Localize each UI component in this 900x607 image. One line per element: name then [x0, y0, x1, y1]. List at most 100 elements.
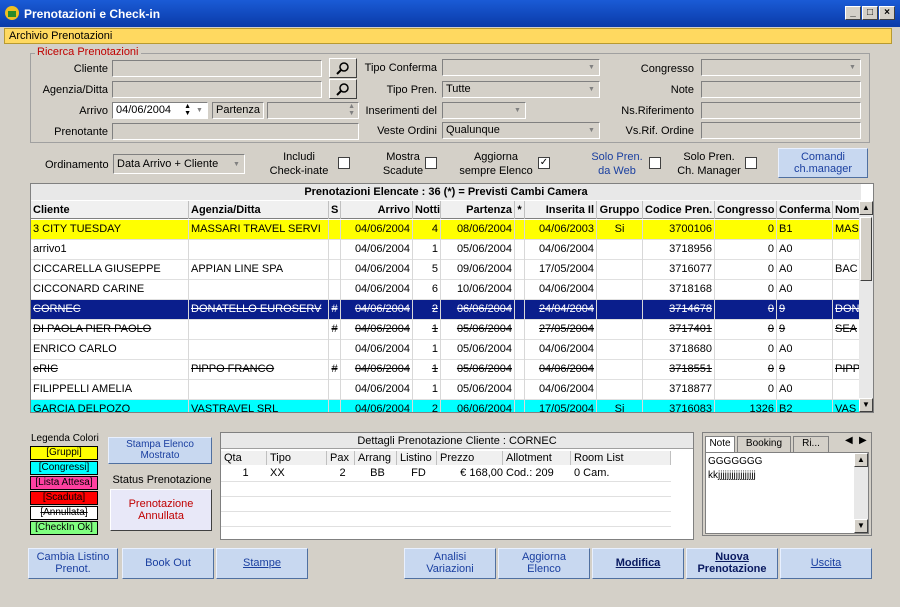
cell-codice: 3714678: [643, 300, 715, 320]
column-header-agenzia[interactable]: Agenzia/Ditta: [189, 201, 329, 219]
solo-web-label-line1: Solo Pren.: [591, 151, 643, 163]
reservations-grid: Prenotazioni Elencate : 36 (*) = Previst…: [30, 183, 874, 413]
solo-ch-checkbox[interactable]: [745, 157, 757, 169]
column-header-arrivo[interactable]: Arrivo: [341, 201, 413, 219]
partenza-date-input[interactable]: ▲ ▼: [267, 102, 359, 119]
stampe-button[interactable]: Stampe: [216, 548, 308, 579]
cell-nom: DON: [833, 300, 861, 320]
tipo-conferma-select[interactable]: ▼: [442, 59, 600, 76]
cell-star: [515, 360, 525, 380]
chevron-down-icon[interactable]: ▼: [585, 83, 598, 96]
cell-congresso: 1326: [715, 400, 777, 412]
vsrif-input[interactable]: [701, 122, 861, 139]
tab-2[interactable]: Ri...: [793, 436, 829, 452]
chevron-down-icon[interactable]: ▼: [193, 104, 206, 117]
cliente-input[interactable]: [112, 60, 322, 77]
uscita-button[interactable]: Uscita: [780, 548, 872, 579]
column-header-nom[interactable]: Nom: [833, 201, 861, 219]
chevron-down-icon[interactable]: ▼: [511, 104, 524, 117]
scroll-up-icon[interactable]: ▲: [854, 453, 868, 467]
tab-prev-icon[interactable]: ◀: [845, 435, 853, 446]
tab-0[interactable]: Note: [705, 436, 735, 452]
table-row[interactable]: DI PAOLA PIER PAOLO #04/06/2004 1 05/06/200…: [31, 320, 861, 340]
congresso-select[interactable]: ▼: [701, 59, 861, 76]
table-row[interactable]: GARCIA DELPOZO VASTRAVEL SRL 04/06/2004 2 06…: [31, 400, 861, 412]
scroll-up-icon[interactable]: ▲: [859, 201, 873, 215]
table-row[interactable]: arrivo1 04/06/2004 1 05/06/2004 04/06/2004 37…: [31, 240, 861, 260]
cell-agenzia: MASSARI TRAVEL SERVI: [189, 220, 329, 240]
chevron-down-icon[interactable]: ▼: [230, 158, 243, 171]
cell-codice: 3718877: [643, 380, 715, 400]
column-header-partenza[interactable]: Partenza: [441, 201, 515, 219]
scroll-down-icon[interactable]: ▼: [859, 398, 873, 412]
table-row[interactable]: 3 CITY TUESDAY MASSARI TRAVEL SERVI 04/06/…: [31, 220, 861, 240]
table-row[interactable]: FILIPPELLI AMELIA 04/06/2004 1 05/06/2004 04…: [31, 380, 861, 400]
ordinamento-select[interactable]: Data Arrivo + Cliente ▼: [113, 154, 245, 174]
column-header-conferma[interactable]: Conferma: [777, 201, 833, 219]
cell-agenzia: VASTRAVEL SRL: [189, 400, 329, 412]
table-row[interactable]: CICCARELLA GIUSEPPE APPIAN LINE SPA 04/06/…: [31, 260, 861, 280]
cell-partenza: 05/06/2004: [441, 360, 515, 380]
prenotante-input[interactable]: [112, 123, 359, 140]
comandi-chmanager-button[interactable]: Comandi ch.manager: [778, 148, 868, 178]
column-header-codice[interactable]: Codice Pren.: [643, 201, 715, 219]
column-header-notti[interactable]: Notti: [413, 201, 441, 219]
column-header-star[interactable]: *: [515, 201, 525, 219]
cliente-search-button[interactable]: [329, 58, 357, 78]
stampa-label-line1: Stampa Elenco: [126, 439, 194, 450]
arrivo-date-input[interactable]: 04/06/2004 ▲ ▼ ▼: [112, 102, 208, 119]
table-row[interactable]: CORNEC DONATELLO EUROSERV #04/06/2004 2 06/0…: [31, 300, 861, 320]
note-input[interactable]: [701, 81, 861, 98]
column-header-congresso[interactable]: Congresso: [715, 201, 777, 219]
cell-nom: SEA: [833, 320, 861, 340]
cell-gruppo: [597, 380, 643, 400]
cell-arrivo: 04/06/2004: [341, 260, 413, 280]
includi-checkbox[interactable]: [338, 157, 350, 169]
details-row-line: [221, 511, 671, 512]
maximize-button[interactable]: □: [862, 6, 878, 20]
column-header-cliente[interactable]: Cliente: [31, 201, 189, 219]
column-header-inserita[interactable]: Inserita Il: [525, 201, 597, 219]
cell-gruppo: [597, 320, 643, 340]
agenzia-search-button[interactable]: [329, 79, 357, 99]
spin-icon[interactable]: ▲ ▼: [184, 103, 191, 117]
chevron-down-icon[interactable]: ▼: [585, 61, 598, 74]
close-button[interactable]: ×: [879, 6, 895, 20]
veste-value: Qualunque: [446, 124, 500, 136]
chevron-down-icon[interactable]: ▼: [585, 124, 598, 137]
cell-gruppo: Si: [597, 400, 643, 412]
minimize-button[interactable]: _: [845, 6, 861, 20]
modifica-button[interactable]: Modifica: [592, 548, 684, 579]
analisi-variazioni-button[interactable]: Analisi Variazioni: [404, 548, 496, 579]
cell-codice: 3718168: [643, 280, 715, 300]
scroll-down-icon[interactable]: ▼: [854, 519, 868, 533]
grid-vertical-scrollbar[interactable]: ▲ ▼: [859, 201, 873, 412]
cambia-listino-button[interactable]: Cambia Listino Prenot.: [28, 548, 118, 579]
chevron-down-icon[interactable]: ▼: [846, 61, 859, 74]
column-header-gruppo[interactable]: Gruppo: [597, 201, 643, 219]
mostra-checkbox[interactable]: [425, 157, 437, 169]
nsrif-input[interactable]: [701, 102, 861, 119]
stampa-elenco-button[interactable]: Stampa Elenco Mostrato: [108, 437, 212, 464]
notes-textarea[interactable]: GGGGGGG kkjjjjjjjjjjjjjjjjj ▲ ▼: [705, 452, 869, 534]
tipo-pren-select[interactable]: Tutte ▼: [442, 81, 600, 98]
tab-next-icon[interactable]: ▶: [859, 435, 867, 446]
cell-nom: [833, 280, 861, 300]
column-header-s[interactable]: S: [329, 201, 341, 219]
table-row[interactable]: CICCONARD CARINE 04/06/2004 6 10/06/2004 04/…: [31, 280, 861, 300]
inserimenti-select[interactable]: ▼: [442, 102, 526, 119]
solo-web-checkbox[interactable]: [649, 157, 661, 169]
table-row[interactable]: eRIC PIPPO FRANCO #04/06/2004 1 05/06/2004 04…: [31, 360, 861, 380]
cell-conferma: B1: [777, 220, 833, 240]
notes-scrollbar[interactable]: ▲ ▼: [854, 453, 868, 533]
veste-select[interactable]: Qualunque ▼: [442, 122, 600, 139]
aggiorna-checkbox[interactable]: ✓: [538, 157, 550, 169]
table-row[interactable]: ENRICO CARLO 04/06/2004 1 05/06/2004 04/06/2…: [31, 340, 861, 360]
aggiorna-elenco-button[interactable]: Aggiorna Elenco: [498, 548, 590, 579]
scroll-thumb[interactable]: [860, 217, 872, 281]
agenzia-input[interactable]: [112, 81, 322, 98]
book-out-button[interactable]: Book Out: [122, 548, 214, 579]
nuova-prenotazione-button[interactable]: Nuova Prenotazione: [686, 548, 778, 579]
tab-1[interactable]: Booking: [737, 436, 791, 452]
spin-icon[interactable]: ▲ ▼: [348, 103, 355, 117]
